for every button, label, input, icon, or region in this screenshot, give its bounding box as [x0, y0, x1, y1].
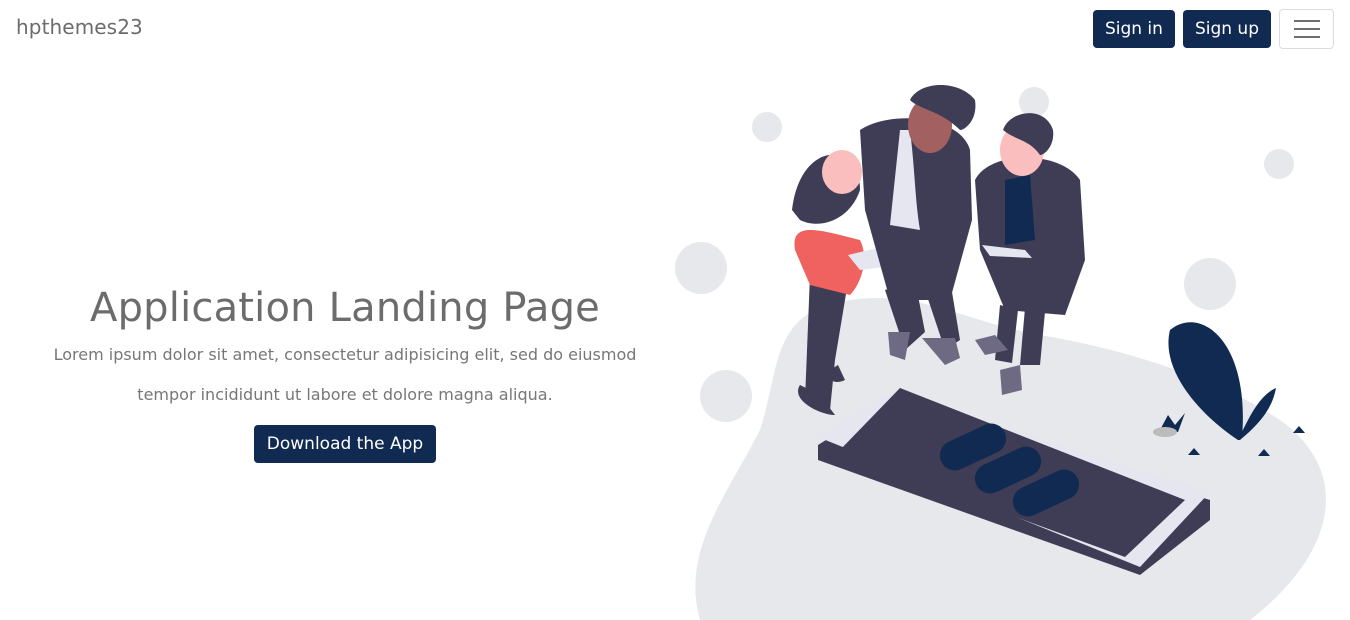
bubble [1184, 258, 1236, 310]
bubble [700, 370, 752, 422]
hero-illustration [675, 85, 1326, 620]
sign-up-button[interactable]: Sign up [1182, 10, 1271, 48]
menu-toggle-button[interactable] [1279, 9, 1334, 49]
sign-in-button[interactable]: Sign in [1092, 10, 1175, 48]
nav-actions: Sign in Sign up [1092, 9, 1334, 49]
bubble [675, 242, 727, 294]
bubble [1019, 87, 1049, 117]
brand-logo[interactable]: hpthemes23 [16, 15, 143, 39]
hero-subtitle-line1: Lorem ipsum dolor sit amet, consectetur … [53, 345, 637, 364]
hero-subtitle-line2: tempor incididunt ut labore et dolore ma… [137, 385, 553, 404]
hero-section: Application Landing Page Lorem ipsum dol… [40, 285, 650, 463]
hero-subtitle: Lorem ipsum dolor sit amet, consectetur … [40, 335, 650, 415]
bubble [752, 112, 782, 142]
navbar: hpthemes23 Sign in Sign up [0, 0, 1350, 58]
bubble [1264, 149, 1294, 179]
download-app-button[interactable]: Download the App [253, 425, 437, 463]
hamburger-menu-icon [1293, 20, 1320, 22]
hero-title: Application Landing Page [90, 285, 600, 331]
